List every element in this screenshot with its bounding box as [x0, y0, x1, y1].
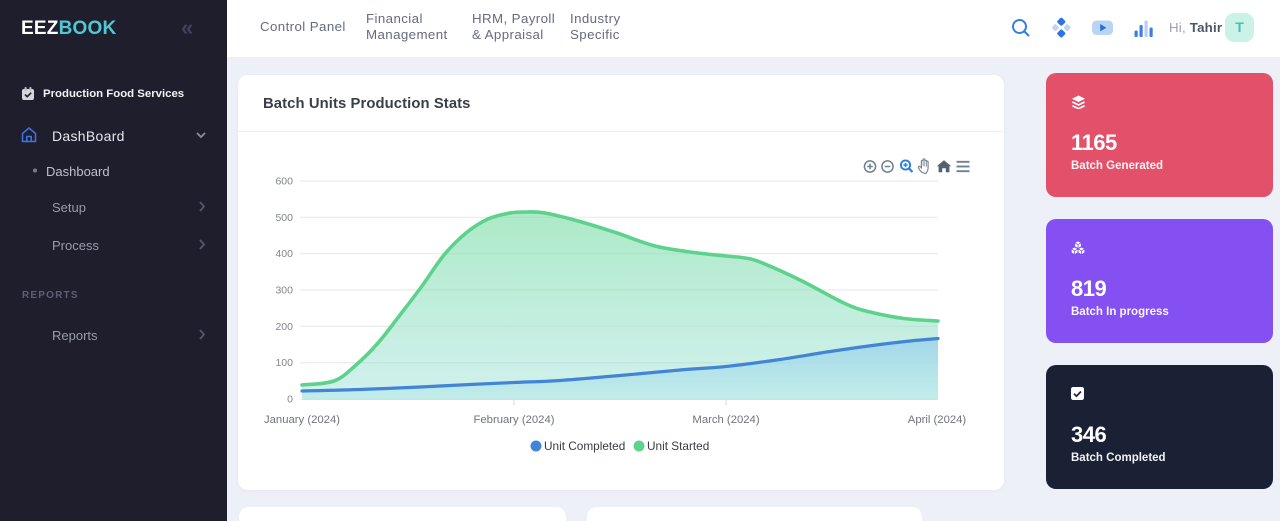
svg-text:100: 100: [275, 357, 293, 369]
svg-text:300: 300: [275, 285, 293, 297]
svg-text:0: 0: [287, 394, 293, 406]
svg-text:January (2024): January (2024): [264, 414, 340, 426]
svg-text:Unit Started: Unit Started: [647, 439, 709, 453]
svg-text:Unit Completed: Unit Completed: [544, 439, 625, 453]
svg-text:March (2024): March (2024): [692, 414, 759, 426]
svg-text:April (2024): April (2024): [908, 414, 967, 426]
svg-text:February (2024): February (2024): [474, 414, 555, 426]
svg-text:600: 600: [275, 176, 293, 188]
